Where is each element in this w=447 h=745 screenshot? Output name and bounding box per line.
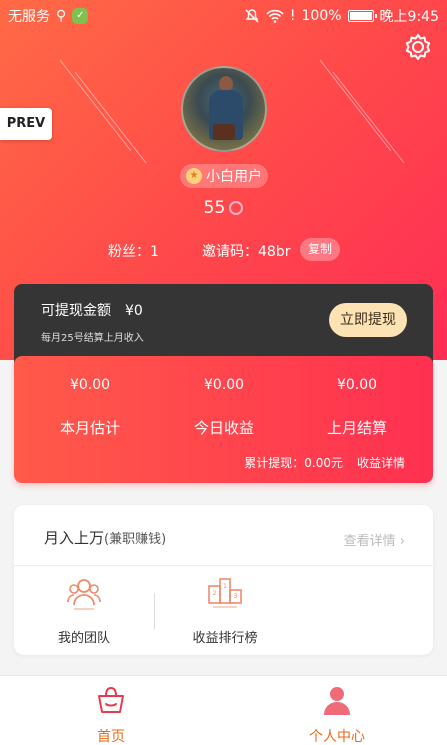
copy-button[interactable]: 复制 bbox=[300, 238, 340, 261]
decoration-line bbox=[59, 59, 132, 152]
help-icon[interactable] bbox=[229, 201, 244, 215]
view-details-link[interactable]: 查看详情 › bbox=[344, 530, 405, 549]
earnings-detail-link[interactable]: 收益详情 bbox=[357, 454, 405, 471]
ranking-button[interactable]: 1 2 3 收益排行榜 bbox=[175, 575, 275, 646]
divider bbox=[14, 565, 433, 566]
decoration-line bbox=[319, 59, 392, 152]
user-score: 55 bbox=[0, 198, 447, 218]
settings-gear-icon[interactable] bbox=[403, 32, 433, 62]
withdraw-title: 可提现金额 bbox=[41, 303, 111, 319]
view-details-label: 查看详情 bbox=[343, 534, 396, 549]
battery-icon bbox=[347, 10, 377, 22]
rank-label: 小白用户 bbox=[206, 169, 262, 185]
decoration-line bbox=[74, 71, 147, 164]
score-value: 55 bbox=[203, 198, 226, 218]
team-icon bbox=[67, 579, 101, 610]
my-team-button[interactable]: 我的团队 bbox=[34, 575, 134, 646]
earnings-value: ¥0.00 bbox=[336, 377, 378, 393]
clock-time: 晚上9:45 bbox=[379, 9, 439, 25]
carrier-text: 无服务 bbox=[8, 9, 50, 25]
svg-text:2: 2 bbox=[213, 590, 217, 597]
card-title: 月入上万(兼职赚钱) bbox=[44, 527, 166, 548]
part-time-card: 月入上万(兼职赚钱) 查看详情 › 我的团队 1 2 3 收益排行榜 bbox=[14, 505, 433, 655]
earnings-label: 本月估计 bbox=[59, 419, 120, 437]
card-title-sub: (兼职赚钱) bbox=[104, 532, 167, 547]
earnings-footer: 累计提现：0.00元 收益详情 bbox=[244, 454, 405, 471]
withdraw-panel: 可提现金额 ¥0 每月25号结算上月收入 立即提现 bbox=[14, 284, 433, 366]
tab-home-label: 首页 bbox=[97, 729, 125, 745]
fans-count: 粉丝：1 bbox=[108, 244, 159, 260]
withdraw-button[interactable]: 立即提现 bbox=[329, 303, 407, 337]
battery-percent: 100% bbox=[301, 8, 342, 24]
divider bbox=[154, 593, 155, 629]
earnings-value: ¥0.00 bbox=[69, 377, 111, 393]
tab-profile-label: 个人中心 bbox=[309, 729, 365, 745]
star-icon: ★ bbox=[186, 168, 202, 184]
earnings-label: 上月结算 bbox=[326, 419, 387, 437]
earnings-value: ¥0.00 bbox=[203, 377, 245, 393]
decoration-line bbox=[332, 71, 405, 164]
shopping-bag-icon bbox=[98, 686, 124, 713]
mute-icon bbox=[245, 9, 259, 23]
earnings-column-month[interactable]: ¥0.00 本月估计 bbox=[30, 377, 150, 438]
user-profile-icon bbox=[324, 687, 350, 715]
withdraw-note: 每月25号结算上月收入 bbox=[41, 333, 144, 344]
user-rank-badge: ★ 小白用户 bbox=[180, 164, 268, 188]
chevron-right-icon: › bbox=[399, 534, 405, 549]
avatar[interactable] bbox=[181, 66, 267, 152]
earnings-panel: ¥0.00 本月估计 ¥0.00 今日收益 ¥0.00 上月结算 累计提现：0.… bbox=[14, 356, 433, 483]
withdraw-title-row: 可提现金额 ¥0 bbox=[41, 300, 143, 320]
earnings-column-today[interactable]: ¥0.00 今日收益 bbox=[164, 377, 284, 438]
prev-button[interactable]: PREV bbox=[0, 108, 52, 140]
my-team-label: 我的团队 bbox=[57, 631, 110, 646]
invite-code: 邀请码：48br bbox=[202, 244, 291, 260]
app-notification-icon: ✓ bbox=[72, 8, 89, 24]
avatar-bag bbox=[213, 124, 235, 140]
svg-text:1: 1 bbox=[223, 583, 227, 590]
bottom-tab-bar: 首页 个人中心 bbox=[0, 675, 447, 745]
svg-text:3: 3 bbox=[234, 593, 238, 600]
tab-home[interactable]: 首页 bbox=[56, 684, 166, 745]
usb-icon: ⚲ bbox=[56, 8, 67, 24]
ranking-label: 收益排行榜 bbox=[192, 631, 258, 646]
alarm-icon: ! bbox=[289, 8, 296, 24]
earnings-column-last-month[interactable]: ¥0.00 上月结算 bbox=[297, 377, 417, 438]
earnings-label: 今日收益 bbox=[193, 419, 254, 437]
withdraw-amount: ¥0 bbox=[125, 303, 143, 319]
total-withdrawn: 累计提现：0.00元 bbox=[244, 456, 343, 470]
tab-profile[interactable]: 个人中心 bbox=[282, 684, 392, 745]
wifi-icon bbox=[266, 9, 284, 23]
status-bar: 无服务 ⚲ ✓ ! 100% 晚上9:45 bbox=[0, 0, 447, 32]
card-title-main: 月入上万 bbox=[44, 529, 105, 547]
ranking-icon: 1 2 3 bbox=[208, 578, 242, 608]
